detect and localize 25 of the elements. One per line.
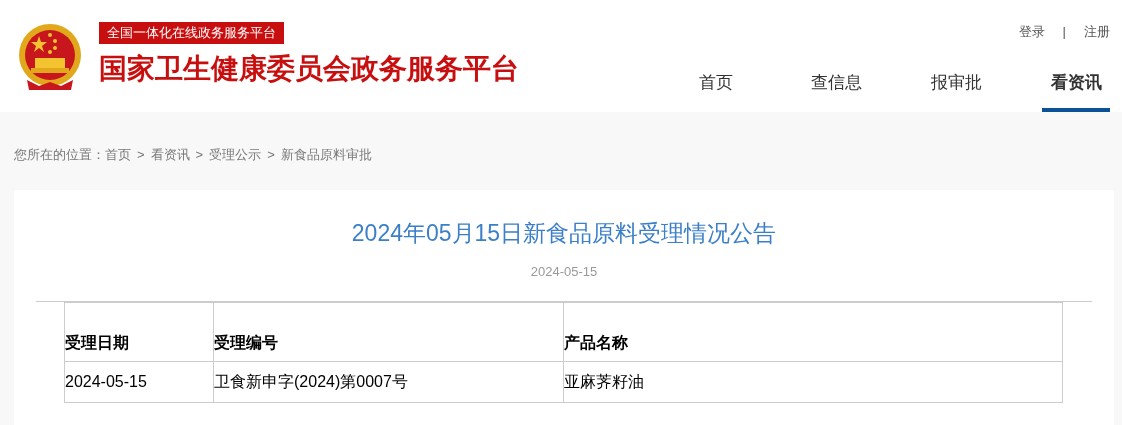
account-link[interactable]: 登录 (1018, 22, 1045, 42)
breadcrumb-separator: > (195, 147, 204, 162)
breadcrumb-separator: > (137, 147, 145, 162)
nav-tab[interactable]: 首页 (682, 58, 750, 112)
breadcrumb-link[interactable]: 首页 (105, 147, 131, 162)
table-cell: 卫食新申字(2024)第0007号 (213, 361, 564, 403)
nav-tab[interactable]: 查信息 (802, 58, 870, 112)
platform-badge: 全国一体化在线政务服务平台 (99, 22, 284, 45)
breadcrumb-label: 您所在的位置： (14, 147, 105, 162)
account-link[interactable]: 注册 (1084, 22, 1110, 42)
column-header: 受理日期 (64, 302, 214, 362)
table-cell: 亚麻荠籽油 (563, 361, 1063, 403)
divider-text: | (1062, 23, 1066, 42)
site-title: 国家卫生健康委员会政务服务平台 (99, 52, 519, 86)
nav-tab[interactable]: 看资讯 (1042, 58, 1110, 112)
article-date: 2024-05-15 (530, 263, 598, 279)
breadcrumb-link[interactable]: 受理公示 (209, 147, 262, 162)
article-title: 2024年05月15日新食品原料受理情况公告 (350, 220, 778, 248)
column-header: 产品名称 (563, 302, 1063, 362)
breadcrumb-link[interactable]: 看资讯 (150, 147, 190, 162)
breadcrumb-separator: > (267, 147, 275, 162)
table-cell: 2024-05-15 (64, 361, 214, 403)
column-header: 受理编号 (213, 302, 564, 362)
nav-tab[interactable]: 报审批 (922, 58, 990, 112)
breadcrumb-link[interactable]: 新食品原料审批 (280, 147, 372, 162)
